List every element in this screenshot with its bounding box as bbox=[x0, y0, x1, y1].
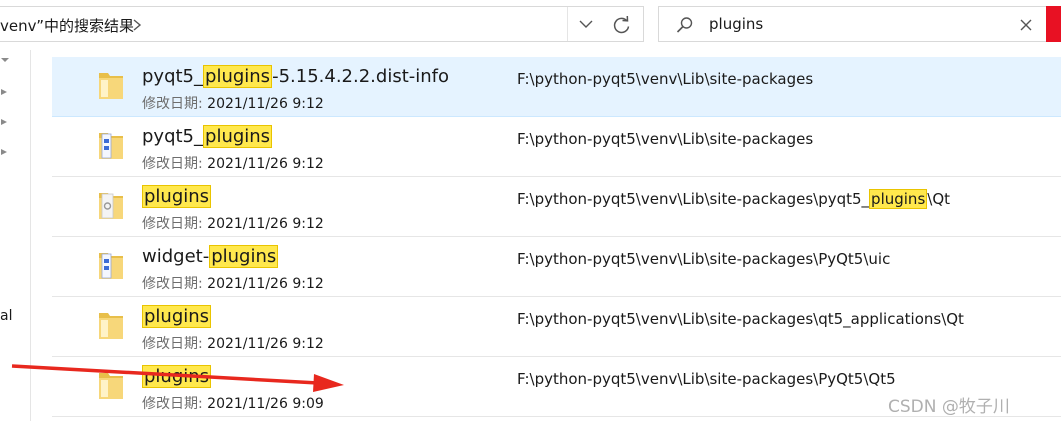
path-segment: F:\python-pyqt5\venv\Lib\site-packages\P… bbox=[517, 250, 891, 268]
search-highlight: plugins bbox=[142, 365, 212, 388]
search-highlight: plugins bbox=[142, 185, 212, 208]
name-segment: pyqt5_ bbox=[142, 66, 204, 87]
folder-icon bbox=[96, 248, 126, 282]
modified-date: 2021/11/26 9:09 bbox=[207, 396, 324, 412]
search-highlight: plugins bbox=[142, 305, 212, 328]
search-highlight: plugins bbox=[203, 125, 273, 148]
search-highlight: plugins bbox=[869, 189, 928, 209]
refresh-icon[interactable] bbox=[606, 11, 638, 39]
result-modified: 修改日期: 2021/11/26 9:09 bbox=[142, 393, 324, 413]
result-path: F:\python-pyqt5\venv\Lib\site-packages\P… bbox=[517, 370, 896, 388]
result-name[interactable]: plugins bbox=[142, 185, 212, 209]
search-icon bbox=[676, 17, 693, 33]
expand-arrow-icon[interactable] bbox=[0, 56, 10, 66]
navigation-pane[interactable]: al bbox=[0, 50, 31, 421]
modified-date: 2021/11/26 9:12 bbox=[207, 276, 324, 292]
modified-date: 2021/11/26 9:12 bbox=[207, 336, 324, 352]
result-modified: 修改日期: 2021/11/26 9:12 bbox=[142, 213, 324, 233]
expand-arrow-icon[interactable] bbox=[0, 117, 10, 127]
nav-item-label[interactable]: al bbox=[0, 308, 12, 324]
result-modified: 修改日期: 2021/11/26 9:12 bbox=[142, 333, 324, 353]
toolbar: venv”中的搜索结果 bbox=[0, 0, 1061, 50]
result-row[interactable]: widget-plugins 修改日期: 2021/11/26 9:12 F:\py… bbox=[52, 237, 1061, 297]
address-divider bbox=[567, 7, 568, 41]
result-modified: 修改日期: 2021/11/26 9:12 bbox=[142, 153, 324, 173]
modified-label: 修改日期: bbox=[142, 276, 203, 292]
result-path: F:\python-pyqt5\venv\Lib\site-packages\P… bbox=[517, 250, 890, 268]
search-results-list: pyqt5_ plugins -5.15.4.2.2.dist-info 修改日期: … bbox=[52, 57, 1061, 421]
result-path: F:\python-pyqt5\venv\Lib\site-packages bbox=[517, 70, 813, 88]
search-highlight: plugins bbox=[203, 65, 273, 88]
path-segment: F:\python-pyqt5\venv\Lib\site-packages\P… bbox=[517, 370, 896, 388]
modified-date: 2021/11/26 9:12 bbox=[207, 216, 324, 232]
modified-date: 2021/11/26 9:12 bbox=[207, 156, 324, 172]
expand-arrow-icon[interactable] bbox=[0, 87, 10, 97]
result-row[interactable]: plugins 修改日期: 2021/11/26 9:12 F:\python-py… bbox=[52, 177, 1061, 237]
result-modified: 修改日期: 2021/11/26 9:12 bbox=[142, 273, 324, 293]
folder-icon bbox=[96, 368, 126, 402]
result-name[interactable]: pyqt5_ plugins -5.15.4.2.2.dist-info bbox=[142, 65, 449, 89]
window-close-edge[interactable] bbox=[1046, 6, 1061, 42]
modified-label: 修改日期: bbox=[142, 336, 203, 352]
search-input[interactable] bbox=[709, 13, 1009, 35]
path-segment: F:\python-pyqt5\venv\Lib\site-packages bbox=[517, 130, 814, 148]
folder-icon bbox=[96, 308, 126, 342]
breadcrumb-chevron-icon[interactable] bbox=[130, 16, 144, 34]
result-path: F:\python-pyqt5\venv\Lib\site-packages\q… bbox=[517, 310, 964, 328]
modified-label: 修改日期: bbox=[142, 96, 203, 112]
address-text: venv”中的搜索结果 bbox=[0, 17, 134, 35]
result-row[interactable]: pyqt5_ plugins -5.15.4.2.2.dist-info 修改日期: … bbox=[52, 57, 1061, 117]
name-segment: -5.15.4.2.2.dist-info bbox=[272, 66, 450, 87]
path-segment: F:\python-pyqt5\venv\Lib\site-packages\q… bbox=[517, 310, 964, 328]
expand-arrow-icon[interactable] bbox=[0, 147, 10, 157]
result-path: F:\python-pyqt5\venv\Lib\site-packages bbox=[517, 130, 813, 148]
modified-label: 修改日期: bbox=[142, 396, 203, 412]
folder-icon bbox=[96, 128, 126, 162]
result-modified: 修改日期: 2021/11/26 9:12 bbox=[142, 93, 324, 113]
chevron-down-icon[interactable] bbox=[578, 17, 594, 31]
result-name[interactable]: plugins bbox=[142, 305, 212, 329]
result-name[interactable]: widget-plugins bbox=[142, 245, 279, 269]
path-segment: F:\python-pyqt5\venv\Lib\site-packages\p… bbox=[517, 190, 870, 208]
result-name[interactable]: pyqt5_ plugins bbox=[142, 125, 273, 149]
result-row[interactable]: plugins 修改日期: 2021/11/26 9:12 F:\python-py… bbox=[52, 297, 1061, 357]
name-segment: widget- bbox=[142, 246, 210, 267]
folder-icon bbox=[96, 188, 126, 222]
modified-label: 修改日期: bbox=[142, 156, 203, 172]
path-segment: \Qt bbox=[927, 190, 951, 208]
close-icon[interactable] bbox=[1017, 16, 1035, 34]
address-bar[interactable]: venv”中的搜索结果 bbox=[0, 6, 644, 42]
search-highlight: plugins bbox=[209, 245, 279, 268]
name-segment: pyqt5_ bbox=[142, 126, 204, 147]
result-name[interactable]: plugins bbox=[142, 365, 212, 389]
watermark: CSDN @牧子川 bbox=[888, 397, 1010, 417]
path-segment: F:\python-pyqt5\venv\Lib\site-packages bbox=[517, 70, 814, 88]
folder-icon bbox=[96, 68, 126, 102]
result-path: F:\python-pyqt5\venv\Lib\site-packages\p… bbox=[517, 189, 951, 209]
modified-date: 2021/11/26 9:12 bbox=[207, 96, 324, 112]
modified-label: 修改日期: bbox=[142, 216, 203, 232]
result-row[interactable]: pyqt5_ plugins 修改日期: 2021/11/26 9:12 F:\pyt… bbox=[52, 117, 1061, 177]
search-box[interactable] bbox=[658, 6, 1061, 42]
